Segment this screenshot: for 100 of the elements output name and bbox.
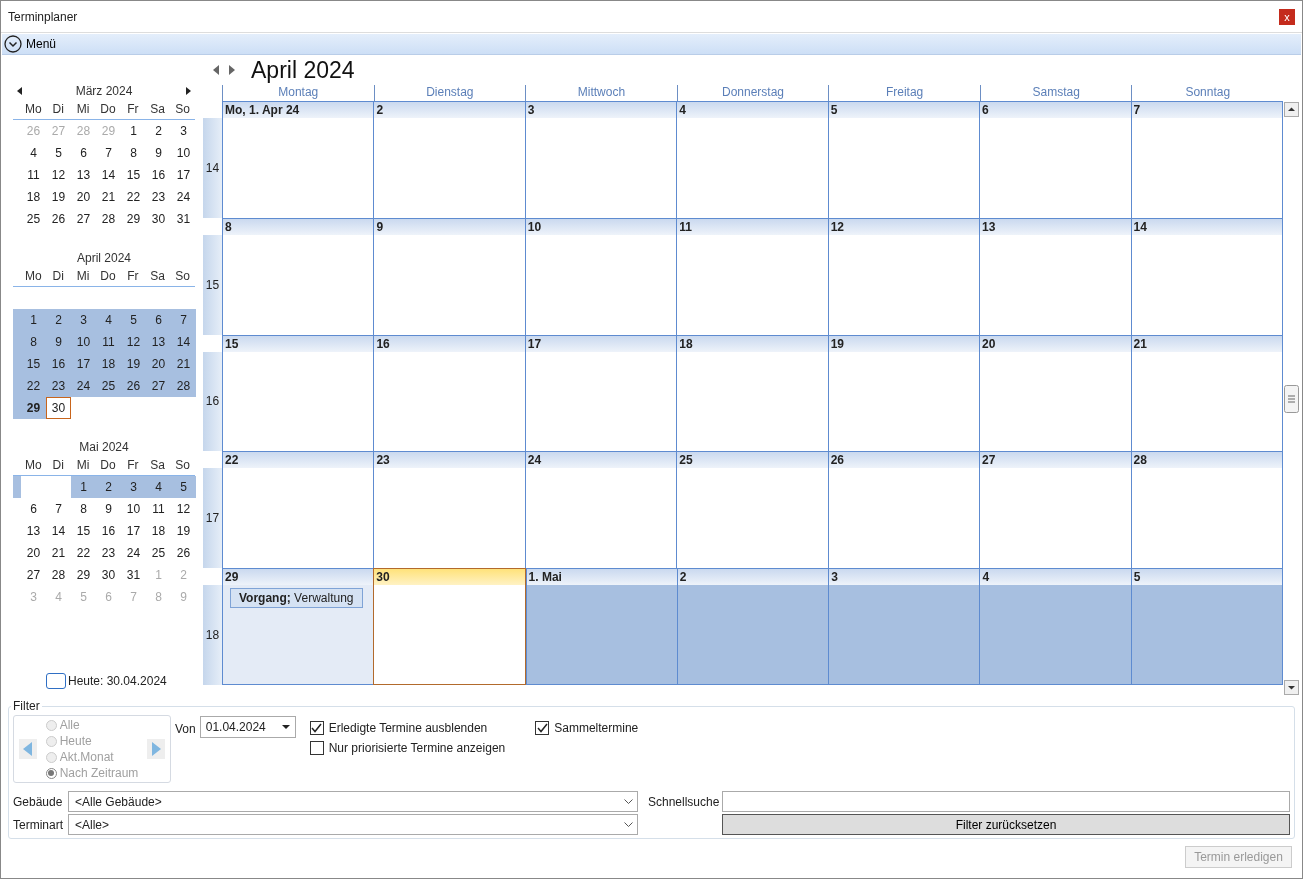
scroll-thumb-icon[interactable] bbox=[1284, 384, 1299, 413]
day-cell[interactable]: 12 bbox=[121, 331, 146, 353]
day-cell[interactable]: 25 bbox=[96, 375, 121, 397]
day-cell[interactable]: 5 bbox=[171, 476, 196, 498]
day-cell[interactable]: 22 bbox=[21, 375, 46, 397]
day-cell[interactable]: 16 bbox=[146, 164, 171, 186]
day-cell[interactable]: 28 bbox=[171, 375, 196, 397]
day-cell[interactable]: 4 bbox=[96, 309, 121, 331]
day-cell[interactable]: 12 bbox=[171, 498, 196, 520]
day-cell[interactable]: 14 bbox=[96, 164, 121, 186]
day-cell[interactable]: 8 bbox=[121, 142, 146, 164]
day-cell[interactable]: 29 Vorgang; Verwaltung bbox=[222, 568, 374, 685]
day-cell[interactable]: 21 bbox=[96, 186, 121, 208]
day-cell[interactable]: 21 bbox=[1130, 334, 1283, 452]
day-cell[interactable]: 30 bbox=[146, 208, 171, 230]
next-month-icon[interactable] bbox=[185, 87, 191, 95]
filter-checkbox[interactable]: Erledigte Termine ausblenden bbox=[309, 718, 506, 738]
day-cell[interactable]: 26 bbox=[171, 542, 196, 564]
day-cell[interactable]: 2 bbox=[46, 309, 71, 331]
day-cell[interactable]: 7 bbox=[1130, 101, 1283, 218]
building-dropdown[interactable]: <Alle Gebäude> bbox=[68, 791, 638, 812]
day-cell[interactable]: 10 bbox=[171, 142, 196, 164]
day-cell[interactable]: 14 bbox=[171, 331, 196, 353]
day-cell[interactable]: 4 bbox=[21, 142, 46, 164]
day-cell[interactable]: 29 bbox=[121, 208, 146, 230]
day-cell[interactable]: 23 bbox=[96, 542, 121, 564]
day-cell[interactable]: 26 bbox=[46, 208, 71, 230]
day-cell[interactable]: 15 bbox=[21, 353, 46, 375]
day-cell[interactable]: 30 bbox=[46, 397, 71, 419]
day-cell[interactable]: 17 bbox=[171, 164, 196, 186]
reset-filter-button[interactable]: Filter zurücksetzen bbox=[722, 814, 1290, 835]
day-cell[interactable]: 6 bbox=[71, 142, 96, 164]
day-cell[interactable]: 25 bbox=[676, 451, 828, 569]
day-cell[interactable]: 1 bbox=[71, 476, 96, 498]
day-cell[interactable]: 19 bbox=[827, 334, 980, 452]
day-cell[interactable]: 26 bbox=[121, 375, 146, 397]
appointment-type-dropdown[interactable]: <Alle> bbox=[68, 814, 638, 835]
day-cell[interactable]: 20 bbox=[21, 542, 46, 564]
from-date-field[interactable]: 01.04.2024 bbox=[199, 716, 296, 738]
day-cell[interactable]: 13 bbox=[21, 520, 46, 542]
day-cell[interactable]: 8 bbox=[222, 217, 374, 335]
day-cell[interactable]: 30 bbox=[96, 564, 121, 586]
day-cell[interactable]: 1 bbox=[21, 309, 46, 331]
day-cell[interactable]: 3 bbox=[121, 476, 146, 498]
today-button[interactable]: Heute: 30.04.2024 bbox=[46, 673, 203, 689]
day-cell[interactable]: 23 bbox=[146, 186, 171, 208]
day-cell[interactable]: 15 bbox=[71, 520, 96, 542]
day-cell[interactable]: 4 bbox=[146, 476, 171, 498]
day-cell[interactable]: 19 bbox=[171, 520, 196, 542]
day-cell[interactable]: 31 bbox=[121, 564, 146, 586]
day-cell[interactable]: 8 bbox=[71, 498, 96, 520]
previous-month-icon[interactable] bbox=[17, 87, 23, 95]
day-cell[interactable]: 7 bbox=[46, 498, 71, 520]
day-cell[interactable]: 23 bbox=[373, 451, 525, 569]
day-cell[interactable]: 13 bbox=[146, 331, 171, 353]
day-cell[interactable]: 13 bbox=[979, 217, 1131, 335]
day-cell[interactable]: 28 bbox=[1130, 451, 1283, 569]
day-cell[interactable]: 8 bbox=[21, 331, 46, 353]
day-cell[interactable]: 3 bbox=[171, 120, 196, 142]
day-cell[interactable]: 14 bbox=[46, 520, 71, 542]
day-cell[interactable]: 12 bbox=[827, 217, 980, 335]
day-cell[interactable]: 9 bbox=[146, 142, 171, 164]
scroll-down-icon[interactable] bbox=[1284, 680, 1299, 695]
day-cell[interactable]: 27 bbox=[71, 208, 96, 230]
day-cell[interactable]: 27 bbox=[979, 451, 1131, 569]
day-cell[interactable]: 9 bbox=[46, 331, 71, 353]
menu-bar[interactable]: Menü bbox=[2, 34, 1301, 55]
day-cell[interactable]: 12 bbox=[46, 164, 71, 186]
day-cell[interactable]: 2 bbox=[146, 120, 171, 142]
day-cell[interactable]: 11 bbox=[96, 331, 121, 353]
day-cell[interactable]: 3 bbox=[71, 309, 96, 331]
day-cell[interactable]: 10 bbox=[71, 331, 96, 353]
day-cell[interactable]: 21 bbox=[171, 353, 196, 375]
day-cell[interactable]: 27 bbox=[146, 375, 171, 397]
day-cell[interactable]: 5 bbox=[827, 101, 980, 218]
day-cell[interactable]: 6 bbox=[21, 498, 46, 520]
day-cell[interactable]: 14 bbox=[1130, 217, 1283, 335]
day-cell[interactable]: 18 bbox=[676, 334, 828, 452]
quick-search-field[interactable] bbox=[722, 791, 1290, 812]
day-cell[interactable]: 5 bbox=[46, 142, 71, 164]
day-cell[interactable]: 22 bbox=[121, 186, 146, 208]
day-cell[interactable]: 9 bbox=[96, 498, 121, 520]
day-cell[interactable]: 19 bbox=[46, 186, 71, 208]
day-cell[interactable]: 25 bbox=[146, 542, 171, 564]
day-cell[interactable]: 17 bbox=[121, 520, 146, 542]
day-cell[interactable]: 17 bbox=[71, 353, 96, 375]
day-cell[interactable]: 9 bbox=[373, 217, 525, 335]
day-cell[interactable]: 15 bbox=[121, 164, 146, 186]
close-button[interactable]: x bbox=[1279, 8, 1295, 25]
day-cell[interactable]: 7 bbox=[171, 309, 196, 331]
day-cell[interactable]: 10 bbox=[524, 217, 677, 335]
day-cell[interactable]: 22 bbox=[222, 451, 374, 569]
day-cell[interactable]: 20 bbox=[146, 353, 171, 375]
day-cell[interactable]: 6 bbox=[979, 101, 1131, 218]
day-cell[interactable]: 26 bbox=[827, 451, 980, 569]
day-cell[interactable]: 29 bbox=[21, 397, 46, 419]
day-cell[interactable]: 5 bbox=[121, 309, 146, 331]
day-cell[interactable]: 20 bbox=[979, 334, 1131, 452]
day-cell[interactable]: 23 bbox=[46, 375, 71, 397]
day-cell[interactable]: 16 bbox=[46, 353, 71, 375]
